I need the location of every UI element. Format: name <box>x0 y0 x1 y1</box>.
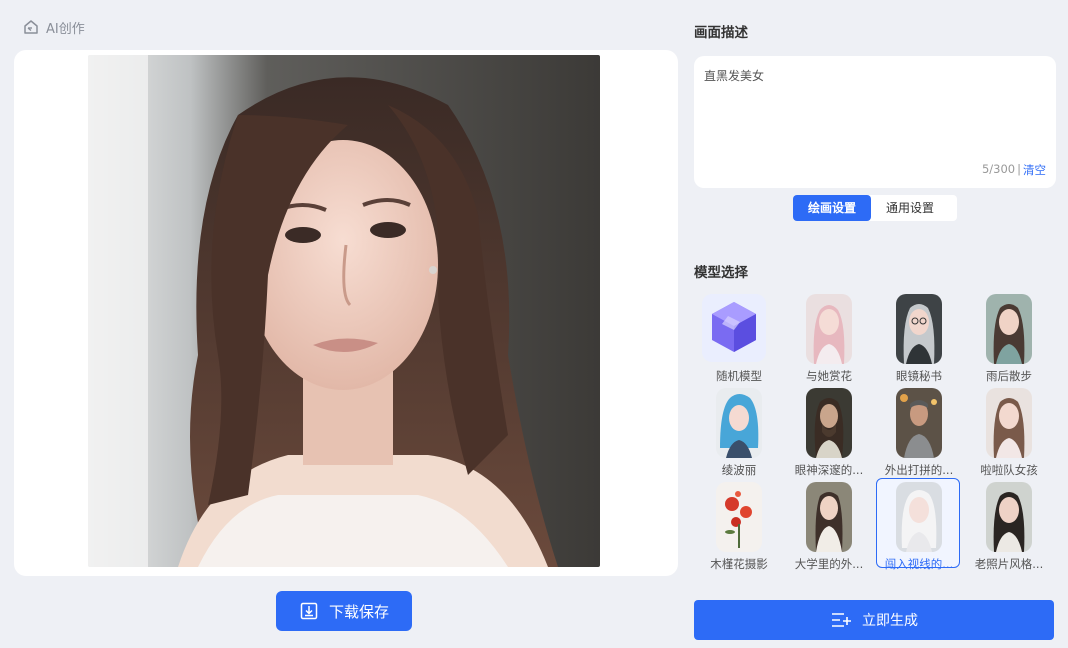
model-label: 眼镜秘书 <box>896 369 942 383</box>
model-label: 啦啦队女孩 <box>980 463 1038 477</box>
model-label: 绫波丽 <box>721 463 757 477</box>
download-icon <box>299 601 319 621</box>
model-item[interactable]: 老照片风格... <box>964 480 1054 571</box>
model-item[interactable]: 木槿花摄影 <box>694 480 784 571</box>
model-thumbnail <box>716 482 762 552</box>
model-item[interactable]: 雨后散步 <box>964 292 1054 383</box>
model-thumbnail <box>806 388 852 458</box>
model-label: 木槿花摄影 <box>710 557 768 571</box>
model-item[interactable]: 大学里的外... <box>784 480 874 571</box>
model-thumbnail <box>986 294 1032 364</box>
generate-list-icon <box>830 609 852 631</box>
model-thumbnail <box>806 482 852 552</box>
generate-now-button[interactable]: 立即生成 <box>694 600 1054 640</box>
model-thumbnail <box>986 482 1032 552</box>
model-label: 大学里的外... <box>794 557 864 571</box>
model-label: 外出打拼的... <box>884 463 954 477</box>
model-label: 随机模型 <box>716 369 762 383</box>
model-label: 与她赏花 <box>806 369 852 383</box>
model-item[interactable]: 与她赏花 <box>784 292 874 383</box>
model-label: 雨后散步 <box>986 369 1032 383</box>
download-save-button[interactable]: 下载保存 <box>276 591 412 631</box>
prompt-counter: 5/300 | 清空 <box>982 162 1046 178</box>
home-icon[interactable] <box>22 18 40 36</box>
model-select-title: 模型选择 <box>694 265 748 281</box>
model-item[interactable]: 眼神深邃的... <box>784 386 874 477</box>
preview-card <box>14 50 678 576</box>
prompt-input[interactable]: 直黑发美女 5/300 | 清空 <box>694 56 1056 188</box>
settings-panel: 画面描述 直黑发美女 5/300 | 清空 绘画设置 通用设置 模型选择 随机模… <box>694 0 1056 648</box>
model-thumbnail <box>716 388 762 458</box>
model-thumbnail <box>986 388 1032 458</box>
style-row-clipped <box>694 223 1056 237</box>
count-separator: | <box>1017 162 1021 176</box>
model-label: 老照片风格... <box>974 557 1044 571</box>
breadcrumb-label: AI创作 <box>46 21 85 37</box>
model-item-random[interactable]: 随机模型 <box>694 292 784 383</box>
char-count: 5/300 <box>981 162 1016 176</box>
model-label: 眼神深邃的... <box>794 463 864 477</box>
tab-drawing-settings[interactable]: 绘画设置 <box>793 195 872 221</box>
model-item[interactable]: 眼镜秘书 <box>874 292 964 383</box>
generated-image <box>88 55 600 567</box>
model-label: 闯入视线的... <box>884 557 954 571</box>
breadcrumb[interactable]: AI创作 <box>22 17 85 37</box>
generate-label: 立即生成 <box>862 613 918 629</box>
prompt-text[interactable]: 直黑发美女 <box>704 67 764 84</box>
model-thumbnail <box>896 482 942 552</box>
model-item[interactable]: 啦啦队女孩 <box>964 386 1054 477</box>
random-cube-icon <box>702 294 766 362</box>
settings-tabs: 绘画设置 通用设置 <box>793 195 957 221</box>
tab-general-settings[interactable]: 通用设置 <box>871 195 949 221</box>
model-grid: 随机模型 与她赏花 眼镜秘书 雨后散步 绫波丽 眼神深邃的... 外出打拼的..… <box>694 292 1056 598</box>
download-label: 下载保存 <box>328 602 389 621</box>
model-item[interactable]: 外出打拼的... <box>874 386 964 477</box>
description-title: 画面描述 <box>694 25 748 41</box>
clear-button[interactable]: 清空 <box>1023 162 1046 178</box>
model-item-selected[interactable]: 闯入视线的... <box>874 478 964 571</box>
model-thumbnail <box>896 388 942 458</box>
model-item[interactable]: 绫波丽 <box>694 386 784 477</box>
model-thumbnail <box>806 294 852 364</box>
model-thumbnail <box>896 294 942 364</box>
